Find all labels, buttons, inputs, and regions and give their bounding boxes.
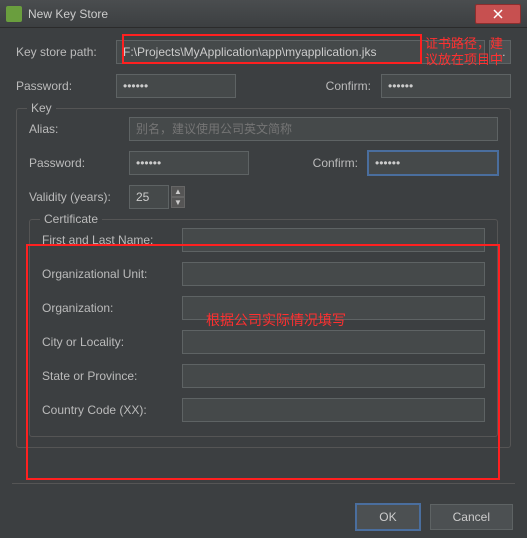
title-bar: New Key Store [0, 0, 527, 28]
ks-password-input[interactable] [116, 74, 236, 98]
alias-label: Alias: [29, 122, 129, 136]
city-input[interactable] [182, 330, 485, 354]
key-legend: Key [27, 101, 56, 115]
state-input[interactable] [182, 364, 485, 388]
ks-password-label: Password: [16, 79, 116, 93]
state-label: State or Province: [42, 369, 182, 383]
org-unit-label: Organizational Unit: [42, 267, 182, 281]
city-label: City or Locality: [42, 335, 182, 349]
validity-input[interactable] [129, 185, 169, 209]
cert-fieldset: Certificate First and Last Name: Organiz… [29, 219, 498, 437]
app-icon [6, 6, 22, 22]
spin-up[interactable]: ▲ [171, 186, 185, 197]
spin-down[interactable]: ▼ [171, 197, 185, 208]
cancel-button[interactable]: Cancel [430, 504, 513, 530]
first-last-input[interactable] [182, 228, 485, 252]
window-title: New Key Store [28, 7, 475, 21]
country-input[interactable] [182, 398, 485, 422]
org-unit-input[interactable] [182, 262, 485, 286]
key-password-label: Password: [29, 156, 129, 170]
alias-input[interactable] [129, 117, 498, 141]
key-fieldset: Key Alias: Password: Confirm: Validity (… [16, 108, 511, 448]
browse-button[interactable]: … [489, 40, 511, 64]
close-button[interactable] [475, 4, 521, 24]
validity-spinner[interactable]: ▲ ▼ [129, 185, 185, 209]
cert-legend: Certificate [40, 212, 102, 226]
separator [12, 483, 515, 484]
ks-confirm-label: Confirm: [301, 79, 381, 93]
validity-label: Validity (years): [29, 190, 129, 204]
org-label: Organization: [42, 301, 182, 315]
key-confirm-label: Confirm: [288, 156, 368, 170]
path-input[interactable] [116, 40, 485, 64]
key-password-input[interactable] [129, 151, 249, 175]
country-label: Country Code (XX): [42, 403, 182, 417]
path-label: Key store path: [16, 45, 116, 59]
ok-button[interactable]: OK [356, 504, 419, 530]
ks-confirm-input[interactable] [381, 74, 511, 98]
org-input[interactable] [182, 296, 485, 320]
key-confirm-input[interactable] [368, 151, 498, 175]
first-last-label: First and Last Name: [42, 233, 182, 247]
